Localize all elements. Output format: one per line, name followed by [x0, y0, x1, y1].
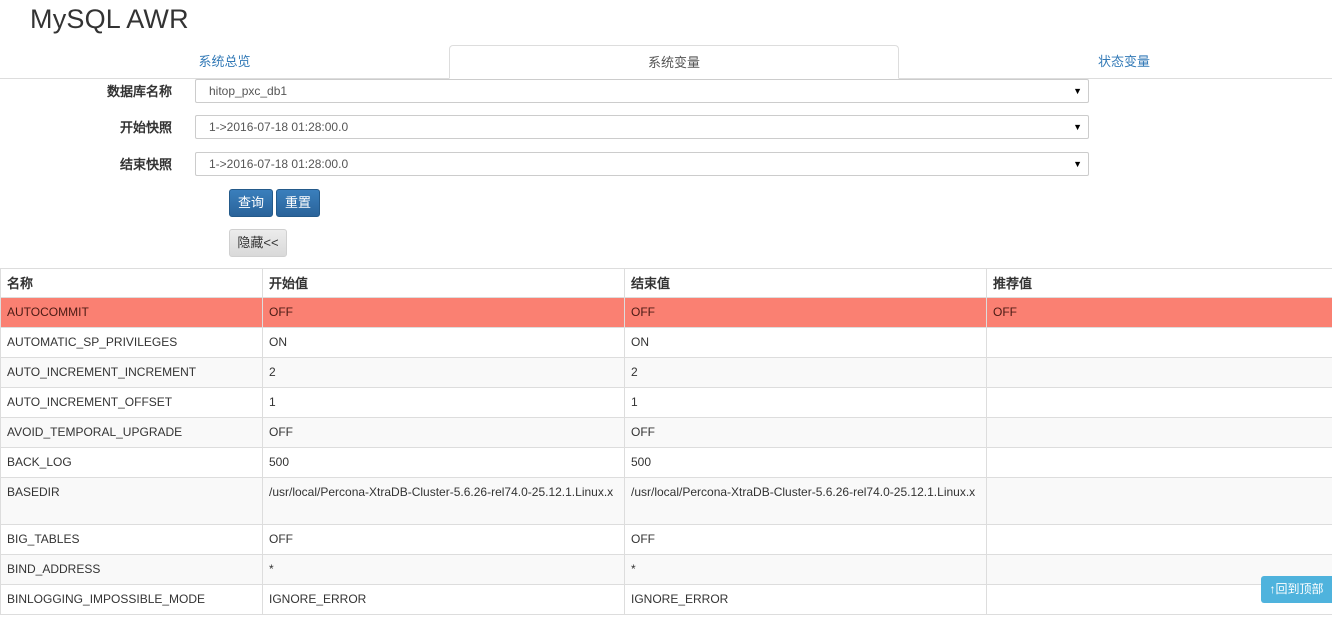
cell-end-value: IGNORE_ERROR: [624, 584, 987, 615]
cell-name: AUTOCOMMIT: [0, 297, 263, 328]
cell-recommended-value: [986, 357, 1332, 388]
cell-end-value: OFF: [624, 524, 987, 555]
header-name: 名称: [0, 268, 263, 298]
cell-start-value: ON: [262, 327, 625, 358]
cell-start-value: OFF: [262, 417, 625, 448]
app-title: MySQL AWR: [30, 4, 189, 34]
cell-recommended-value: [986, 327, 1332, 358]
table-row: AUTOCOMMIT OFF OFF OFF: [0, 297, 1332, 328]
cell-end-value: 2: [624, 357, 987, 388]
query-button[interactable]: 查询: [229, 189, 273, 217]
cell-recommended-value: OFF: [986, 297, 1332, 328]
cell-name: BACK_LOG: [0, 447, 263, 478]
cell-name: AUTOMATIC_SP_PRIVILEGES: [0, 327, 263, 358]
end-snapshot-label: 结束快照: [119, 157, 172, 172]
end-snapshot-value: 1->2016-07-18 01:28:00.0: [209, 157, 349, 171]
cell-recommended-value: [986, 417, 1332, 448]
cell-name: AUTO_INCREMENT_OFFSET: [0, 387, 263, 418]
cell-name: BIG_TABLES: [0, 524, 263, 555]
cell-end-value: OFF: [624, 417, 987, 448]
table-row: AUTO_INCREMENT_OFFSET 1 1: [0, 387, 1332, 418]
end-snapshot-row: 结束快照 1->2016-07-18 01:28:00.0 ▼: [0, 152, 1100, 178]
start-snapshot-value: 1->2016-07-18 01:28:00.0: [209, 120, 349, 134]
end-snapshot-select[interactable]: 1->2016-07-18 01:28:00.0 ▼: [195, 152, 1089, 176]
cell-end-value: *: [624, 554, 987, 585]
start-snapshot-select[interactable]: 1->2016-07-18 01:28:00.0 ▼: [195, 115, 1089, 139]
table-row: BIND_ADDRESS * *: [0, 554, 1332, 585]
table-header-row: 名称 开始值 结束值 推荐值: [0, 268, 1332, 298]
cell-name: BASEDIR: [0, 477, 263, 525]
chevron-down-icon: ▼: [1073, 122, 1082, 132]
cell-name: BINLOGGING_IMPOSSIBLE_MODE: [0, 584, 263, 615]
cell-start-value: 2: [262, 357, 625, 388]
cell-start-value: *: [262, 554, 625, 585]
cell-start-value: 1: [262, 387, 625, 418]
cell-name: BIND_ADDRESS: [0, 554, 263, 585]
table-row: AVOID_TEMPORAL_UPGRADE OFF OFF: [0, 417, 1332, 448]
tab-status-variables[interactable]: 状态变量: [899, 45, 1332, 79]
reset-button[interactable]: 重置: [276, 189, 320, 217]
cell-start-value: /usr/local/Percona-XtraDB-Cluster-5.6.26…: [262, 477, 625, 525]
cell-recommended-value: [986, 477, 1332, 525]
back-to-top-button[interactable]: ↑回到顶部: [1261, 576, 1332, 603]
cell-end-value: 500: [624, 447, 987, 478]
chevron-down-icon: ▼: [1073, 159, 1082, 169]
cell-recommended-value: [986, 387, 1332, 418]
cell-name: AVOID_TEMPORAL_UPGRADE: [0, 417, 263, 448]
start-snapshot-row: 开始快照 1->2016-07-18 01:28:00.0 ▼: [0, 115, 1100, 141]
table-row: BIG_TABLES OFF OFF: [0, 524, 1332, 555]
table-row: BACK_LOG 500 500: [0, 447, 1332, 478]
cell-recommended-value: [986, 447, 1332, 478]
database-select[interactable]: hitop_pxc_db1 ▼: [195, 79, 1089, 103]
tab-system-overview[interactable]: 系统总览: [0, 45, 449, 79]
table-row: BASEDIR /usr/local/Percona-XtraDB-Cluste…: [0, 477, 1332, 525]
start-snapshot-label: 开始快照: [119, 120, 172, 135]
chevron-down-icon: ▼: [1073, 86, 1082, 96]
table-row: AUTO_INCREMENT_INCREMENT 2 2: [0, 357, 1332, 388]
variables-table-container: 名称 开始值 结束值 推荐值 AUTOCOMMIT OFF OFF OFF AU…: [0, 268, 1332, 615]
header-start-value: 开始值: [262, 268, 625, 298]
tab-system-variables[interactable]: 系统变量: [449, 45, 899, 79]
table-row: BINLOGGING_IMPOSSIBLE_MODE IGNORE_ERROR …: [0, 584, 1332, 615]
tab-bar: 系统总览 系统变量 状态变量: [0, 45, 1332, 79]
header-end-value: 结束值: [624, 268, 987, 298]
cell-start-value: OFF: [262, 524, 625, 555]
cell-recommended-value: [986, 524, 1332, 555]
cell-start-value: OFF: [262, 297, 625, 328]
database-select-value: hitop_pxc_db1: [209, 84, 288, 98]
cell-start-value: IGNORE_ERROR: [262, 584, 625, 615]
cell-start-value: 500: [262, 447, 625, 478]
cell-end-value: 1: [624, 387, 987, 418]
header-recommended-value: 推荐值: [986, 268, 1332, 298]
cell-end-value: ON: [624, 327, 987, 358]
table-row: AUTOMATIC_SP_PRIVILEGES ON ON: [0, 327, 1332, 358]
cell-end-value: /usr/local/Percona-XtraDB-Cluster-5.6.26…: [624, 477, 987, 525]
cell-name: AUTO_INCREMENT_INCREMENT: [0, 357, 263, 388]
cell-end-value: OFF: [624, 297, 987, 328]
database-label: 数据库名称: [106, 84, 172, 99]
variables-table: 名称 开始值 结束值 推荐值 AUTOCOMMIT OFF OFF OFF AU…: [0, 268, 1332, 615]
database-row: 数据库名称 hitop_pxc_db1 ▼: [0, 79, 1100, 105]
hide-button[interactable]: 隐藏<<: [229, 229, 287, 257]
